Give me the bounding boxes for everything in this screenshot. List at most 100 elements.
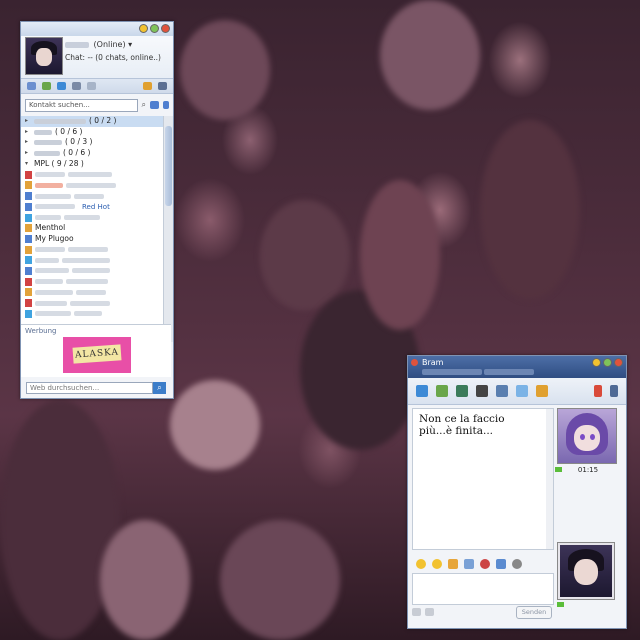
buddy-icon: [25, 234, 32, 243]
games-icon[interactable]: [516, 385, 528, 397]
plugin-icon[interactable]: [143, 82, 152, 90]
message-scrollbar[interactable]: [546, 409, 553, 549]
screen-icon[interactable]: [496, 385, 508, 397]
web-search-input[interactable]: [26, 382, 153, 394]
group-row[interactable]: ▸ ( 0 / 6 ): [21, 148, 163, 159]
list-item[interactable]: [21, 276, 163, 287]
buddy-icon: [25, 299, 32, 308]
sort-icon[interactable]: [163, 101, 169, 109]
maximize-button[interactable]: [603, 358, 612, 367]
chevron-down-icon[interactable]: ▾: [128, 40, 132, 49]
list-item[interactable]: [21, 298, 163, 309]
blurred-subtitle: [422, 368, 536, 375]
buddy-icon: [25, 256, 32, 265]
maximize-button[interactable]: [150, 24, 159, 33]
search-icon[interactable]: ⌕: [153, 382, 166, 394]
chat-window: Bram Non ce la faccio più...è finita... …: [407, 355, 627, 629]
phone-icon[interactable]: [476, 385, 488, 397]
list-item[interactable]: My Plugoo: [21, 234, 163, 245]
smiley-icon[interactable]: [416, 559, 426, 569]
list-item[interactable]: [21, 308, 163, 319]
contact-search-input[interactable]: [25, 98, 138, 112]
send-button[interactable]: Senden: [516, 605, 552, 619]
font-icon[interactable]: [480, 559, 490, 569]
add-contact-icon[interactable]: [42, 82, 51, 90]
chat-count: Chat: -- (0 chats, online..): [65, 53, 161, 62]
ad-text: ALASKA: [72, 344, 122, 364]
partner-pane: 01:15: [555, 408, 621, 498]
partner-avatar[interactable]: [557, 408, 617, 464]
group-row[interactable]: ▸ ( 0 / 3 ): [21, 137, 163, 148]
buddy-icon: [25, 288, 32, 297]
block-icon[interactable]: [594, 385, 602, 397]
wink-icon[interactable]: [432, 559, 442, 569]
history-icon[interactable]: [87, 82, 96, 90]
my-status-icon: [557, 602, 564, 607]
close-button[interactable]: [614, 358, 623, 367]
buddy-icon: [25, 224, 32, 233]
buddy-icon: [25, 192, 32, 201]
gift-icon[interactable]: [448, 559, 458, 569]
input-bottom-row: Senden: [412, 605, 552, 619]
list-item[interactable]: [21, 255, 163, 266]
webcam-icon[interactable]: [456, 385, 468, 397]
status-line[interactable]: (Online) ▾: [65, 40, 132, 49]
group-icon[interactable]: [57, 82, 66, 90]
text-mode-icon[interactable]: [425, 608, 434, 616]
chat-title: Bram: [422, 358, 444, 367]
list-item[interactable]: [21, 287, 163, 298]
chat-titlebar[interactable]: Bram: [408, 356, 626, 378]
list-item[interactable]: [21, 191, 163, 202]
menu-icon[interactable]: [610, 385, 618, 397]
buddy-icon: [25, 266, 32, 275]
message-input[interactable]: [412, 573, 554, 605]
my-avatar[interactable]: [557, 542, 615, 600]
chevron-right-icon: ▸: [25, 117, 29, 124]
add-buddy-icon[interactable]: [150, 101, 159, 109]
chat-toolbar: [408, 378, 626, 405]
voice-icon[interactable]: [512, 559, 522, 569]
list-item[interactable]: [21, 266, 163, 277]
contact-list-scrollbar[interactable]: [163, 116, 173, 342]
contact-list-window: (Online) ▾ Chat: -- (0 chats, online..) …: [20, 21, 174, 399]
list-item[interactable]: Red Hot: [21, 202, 163, 213]
menu-icon[interactable]: [158, 82, 167, 90]
group-row-mpl[interactable]: ▾ MPL ( 9 / 28 ): [21, 159, 163, 170]
photo-icon[interactable]: [436, 385, 448, 397]
send-file-icon[interactable]: [416, 385, 428, 397]
chevron-down-icon: ▾: [25, 159, 29, 167]
settings-icon[interactable]: [72, 82, 81, 90]
nudge-icon[interactable]: [464, 559, 474, 569]
list-item[interactable]: Menthol: [21, 223, 163, 234]
search-icon[interactable]: ⌕: [142, 100, 146, 110]
group-row[interactable]: ▸ ( 0 / 6 ): [21, 127, 163, 138]
handwriting-icon[interactable]: [412, 608, 421, 616]
received-message: Non ce la faccio più...è finita...: [419, 413, 505, 437]
minimize-button[interactable]: [139, 24, 148, 33]
buddy-icon: [25, 245, 32, 254]
blurred-username: [65, 41, 89, 48]
ad-panel: Werbung ALASKA: [21, 324, 171, 377]
redhot-link[interactable]: Red Hot: [82, 202, 110, 213]
contact-toolbar: [21, 78, 173, 94]
background-icon[interactable]: [496, 559, 506, 569]
list-item[interactable]: [21, 244, 163, 255]
contact-list-titlebar[interactable]: [21, 22, 173, 36]
group-row[interactable]: ▸ ( 0 / 2 ): [21, 116, 163, 127]
emoticon-bar: [412, 556, 556, 572]
list-item[interactable]: [21, 212, 163, 223]
mail-icon[interactable]: [27, 82, 36, 90]
contact-search-row: ⌕: [21, 94, 173, 116]
close-button[interactable]: [161, 24, 170, 33]
timestamp: 01:15: [577, 466, 599, 474]
contact-name: Menthol: [35, 222, 66, 232]
list-item[interactable]: [21, 180, 163, 191]
status-text: (Online): [93, 40, 126, 49]
minimize-button[interactable]: [592, 358, 601, 367]
activities-icon[interactable]: [536, 385, 548, 397]
avatar[interactable]: [25, 37, 63, 75]
ad-banner[interactable]: ALASKA: [63, 337, 131, 373]
message-history[interactable]: Non ce la faccio più...è finita...: [412, 408, 554, 550]
buddy-icon: [25, 170, 32, 179]
list-item[interactable]: [21, 169, 163, 180]
